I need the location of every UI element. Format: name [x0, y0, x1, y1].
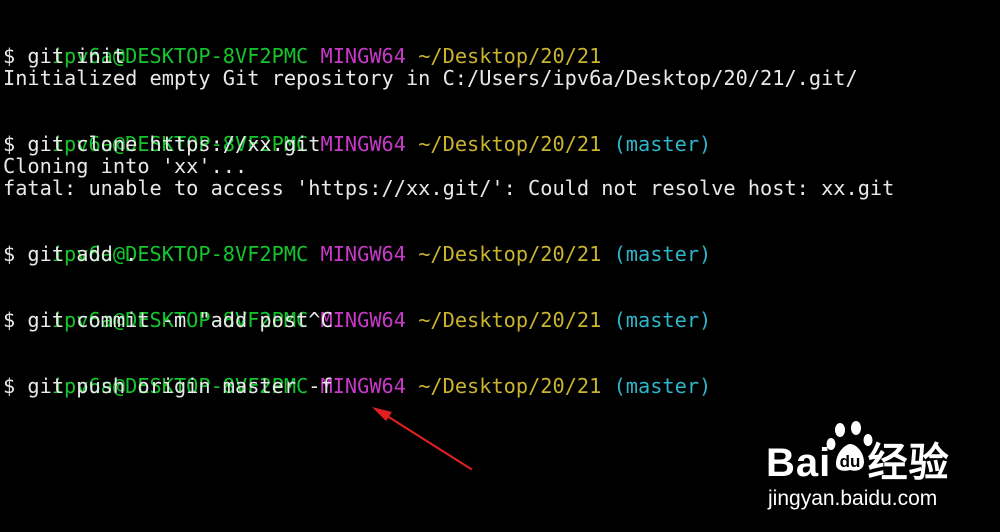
- terminal-window[interactable]: ipv6a@DESKTOP-8VF2PMC MINGW64 ~/Desktop/…: [0, 0, 1000, 532]
- watermark-site: jingyan.baidu.com: [768, 487, 938, 510]
- baidu-jingyan-watermark: du Bai 经验 jingyan.baidu.com: [760, 420, 996, 520]
- watermark-logo-text: Bai 经验: [766, 441, 950, 485]
